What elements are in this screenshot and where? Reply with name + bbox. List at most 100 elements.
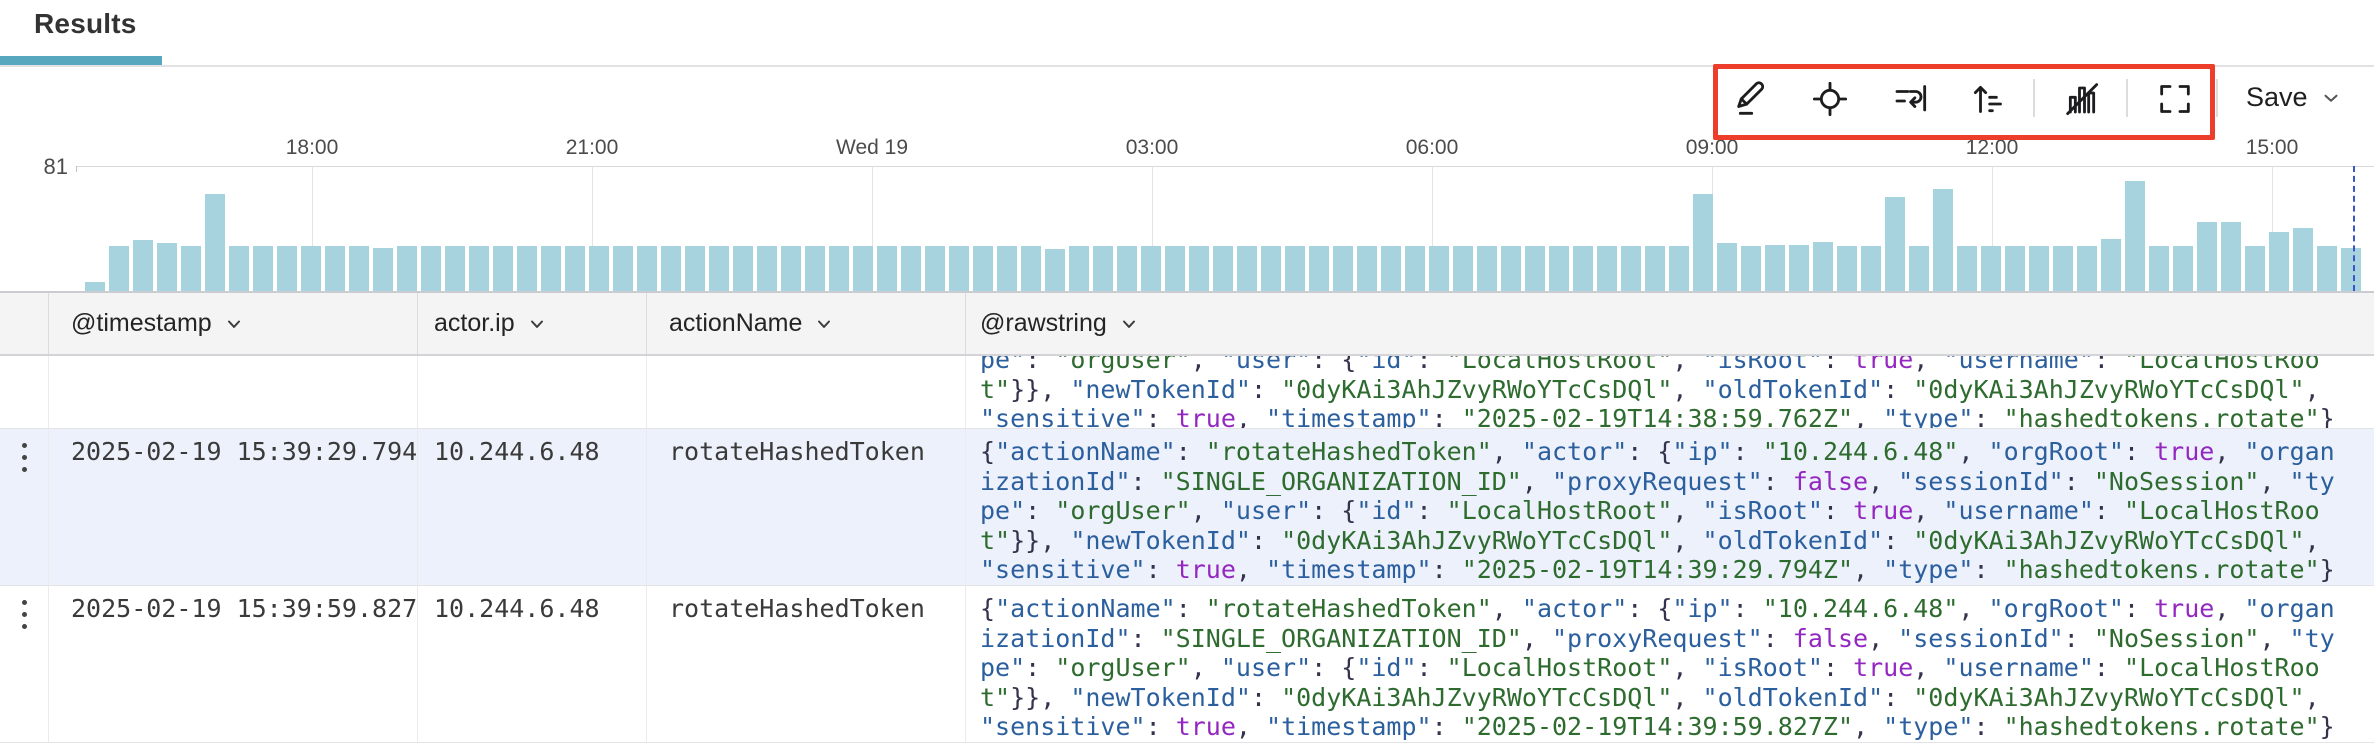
histogram-bar <box>2197 222 2217 291</box>
column-header-rawstring[interactable]: @rawstring <box>965 293 2374 354</box>
event-histogram[interactable]: 81 18:0021:00Wed 1903:0006:0009:0012:001… <box>0 130 2374 293</box>
rawstring-cell: {"actionName": "rotateHashedToken", "act… <box>965 356 2374 428</box>
histogram-bar <box>373 248 393 291</box>
column-header-actor-ip[interactable]: actor.ip <box>417 293 646 354</box>
histogram-bar <box>1141 246 1161 291</box>
table-row[interactable]: 2025-02-19 15:39:29.79410.244.6.48rotate… <box>0 429 2374 586</box>
histogram-bar <box>1357 246 1377 291</box>
histogram-bar <box>1405 246 1425 291</box>
sort-ascending-icon[interactable] <box>1966 77 2010 121</box>
histogram-bar <box>1645 246 1665 291</box>
histogram-bar <box>2341 248 2361 291</box>
action-name-cell: rotateHashedToken <box>646 429 965 585</box>
histogram-bar <box>2293 228 2313 291</box>
histogram-bar <box>1261 246 1281 291</box>
histogram-bar <box>1789 245 1809 291</box>
kebab-menu-icon[interactable] <box>9 441 39 499</box>
histogram-bar <box>973 246 993 291</box>
chevron-down-icon <box>1119 314 1139 334</box>
table-row[interactable]: 2025-02-19 15:39:59.82710.244.6.48rotate… <box>0 586 2374 743</box>
histogram-bar <box>1381 246 1401 291</box>
histogram-bar <box>2173 246 2193 291</box>
histogram-bar <box>901 246 921 291</box>
histogram-bar <box>301 246 321 291</box>
histogram-bar <box>445 246 465 291</box>
toolbar-divider <box>2126 79 2128 117</box>
histogram-bar <box>1285 246 1305 291</box>
crosshair-icon[interactable] <box>1808 77 1852 121</box>
histogram-bar <box>541 246 561 291</box>
y-axis-tick <box>76 166 77 172</box>
histogram-bar <box>1549 246 1569 291</box>
toggle-histogram-icon[interactable] <box>2060 77 2104 121</box>
timestamp-cell: 2025-02-19 15:39:29.794 <box>48 429 417 585</box>
histogram-bar <box>1477 246 1497 291</box>
histogram-bar <box>1069 246 1089 291</box>
column-header-action-name[interactable]: actionName <box>646 293 965 354</box>
histogram-bar <box>1237 246 1257 291</box>
annotation-highlight-box <box>1713 64 2215 140</box>
histogram-bar <box>2317 246 2337 291</box>
histogram-bar <box>2077 246 2097 291</box>
histogram-bar <box>1933 189 1953 291</box>
histogram-bar <box>397 246 417 291</box>
histogram-bar <box>109 246 129 291</box>
actor-ip-cell <box>417 356 646 428</box>
save-button[interactable]: Save <box>2246 82 2342 113</box>
y-gridline <box>76 166 2374 167</box>
action-name-cell <box>646 356 965 428</box>
histogram-bar <box>1741 246 1761 291</box>
column-header-label: actor.ip <box>434 309 515 338</box>
column-header-label: actionName <box>669 309 802 338</box>
histogram-bar <box>1813 242 1833 291</box>
histogram-bar <box>1021 246 1041 291</box>
histogram-bar <box>181 246 201 291</box>
histogram-bar <box>709 246 729 291</box>
histogram-bar <box>829 246 849 291</box>
histogram-bar <box>2149 246 2169 291</box>
histogram-bar <box>469 246 489 291</box>
histogram-bar <box>1717 243 1737 291</box>
results-table: @timestamp actor.ip actionName @rawstrin… <box>0 293 2374 662</box>
histogram-bar <box>1765 245 1785 291</box>
rawstring-json: {"actionName": "rotateHashedToken", "act… <box>980 594 2350 742</box>
wrap-lines-icon[interactable] <box>1890 77 1934 121</box>
rawstring-json: {"actionName": "rotateHashedToken", "act… <box>980 437 2350 585</box>
histogram-bar <box>613 246 633 291</box>
histogram-bar <box>85 282 105 291</box>
column-header-label: @rawstring <box>980 309 1107 338</box>
histogram-bar <box>1885 197 1905 291</box>
save-button-label: Save <box>2246 82 2308 113</box>
histogram-bar <box>1957 246 1977 291</box>
histogram-bar <box>949 246 969 291</box>
histogram-bar <box>1309 246 1329 291</box>
actor-ip-cell: 10.244.6.48 <box>417 429 646 585</box>
histogram-bar <box>757 246 777 291</box>
chevron-down-icon <box>527 314 547 334</box>
histogram-bar <box>805 246 825 291</box>
histogram-bar <box>589 246 609 291</box>
histogram-bar <box>1093 246 1113 291</box>
fullscreen-icon[interactable] <box>2153 77 2197 121</box>
histogram-bar <box>517 246 537 291</box>
histogram-bar <box>157 243 177 291</box>
chevron-down-icon <box>2320 87 2342 109</box>
histogram-bar <box>253 246 273 291</box>
column-header-timestamp[interactable]: @timestamp <box>48 293 417 354</box>
histogram-bar <box>1597 246 1617 291</box>
histogram-bar <box>1525 246 1545 291</box>
histogram-bar <box>2029 246 2049 291</box>
table-row[interactable]: {"actionName": "rotateHashedToken", "act… <box>0 356 2374 429</box>
edit-icon[interactable] <box>1730 77 1774 121</box>
timestamp-cell: 2025-02-19 15:39:59.827 <box>48 586 417 742</box>
toolbar-divider <box>2216 79 2218 117</box>
histogram-bar <box>2245 246 2265 291</box>
histogram-bar <box>2269 232 2289 291</box>
histogram-bar <box>205 194 225 291</box>
rawstring-json: {"actionName": "rotateHashedToken", "act… <box>980 356 2350 428</box>
histogram-bar <box>1501 246 1521 291</box>
histogram-bar <box>133 240 153 291</box>
histogram-bar <box>925 246 945 291</box>
histogram-bar <box>1837 246 1857 291</box>
kebab-menu-icon[interactable] <box>9 598 39 656</box>
